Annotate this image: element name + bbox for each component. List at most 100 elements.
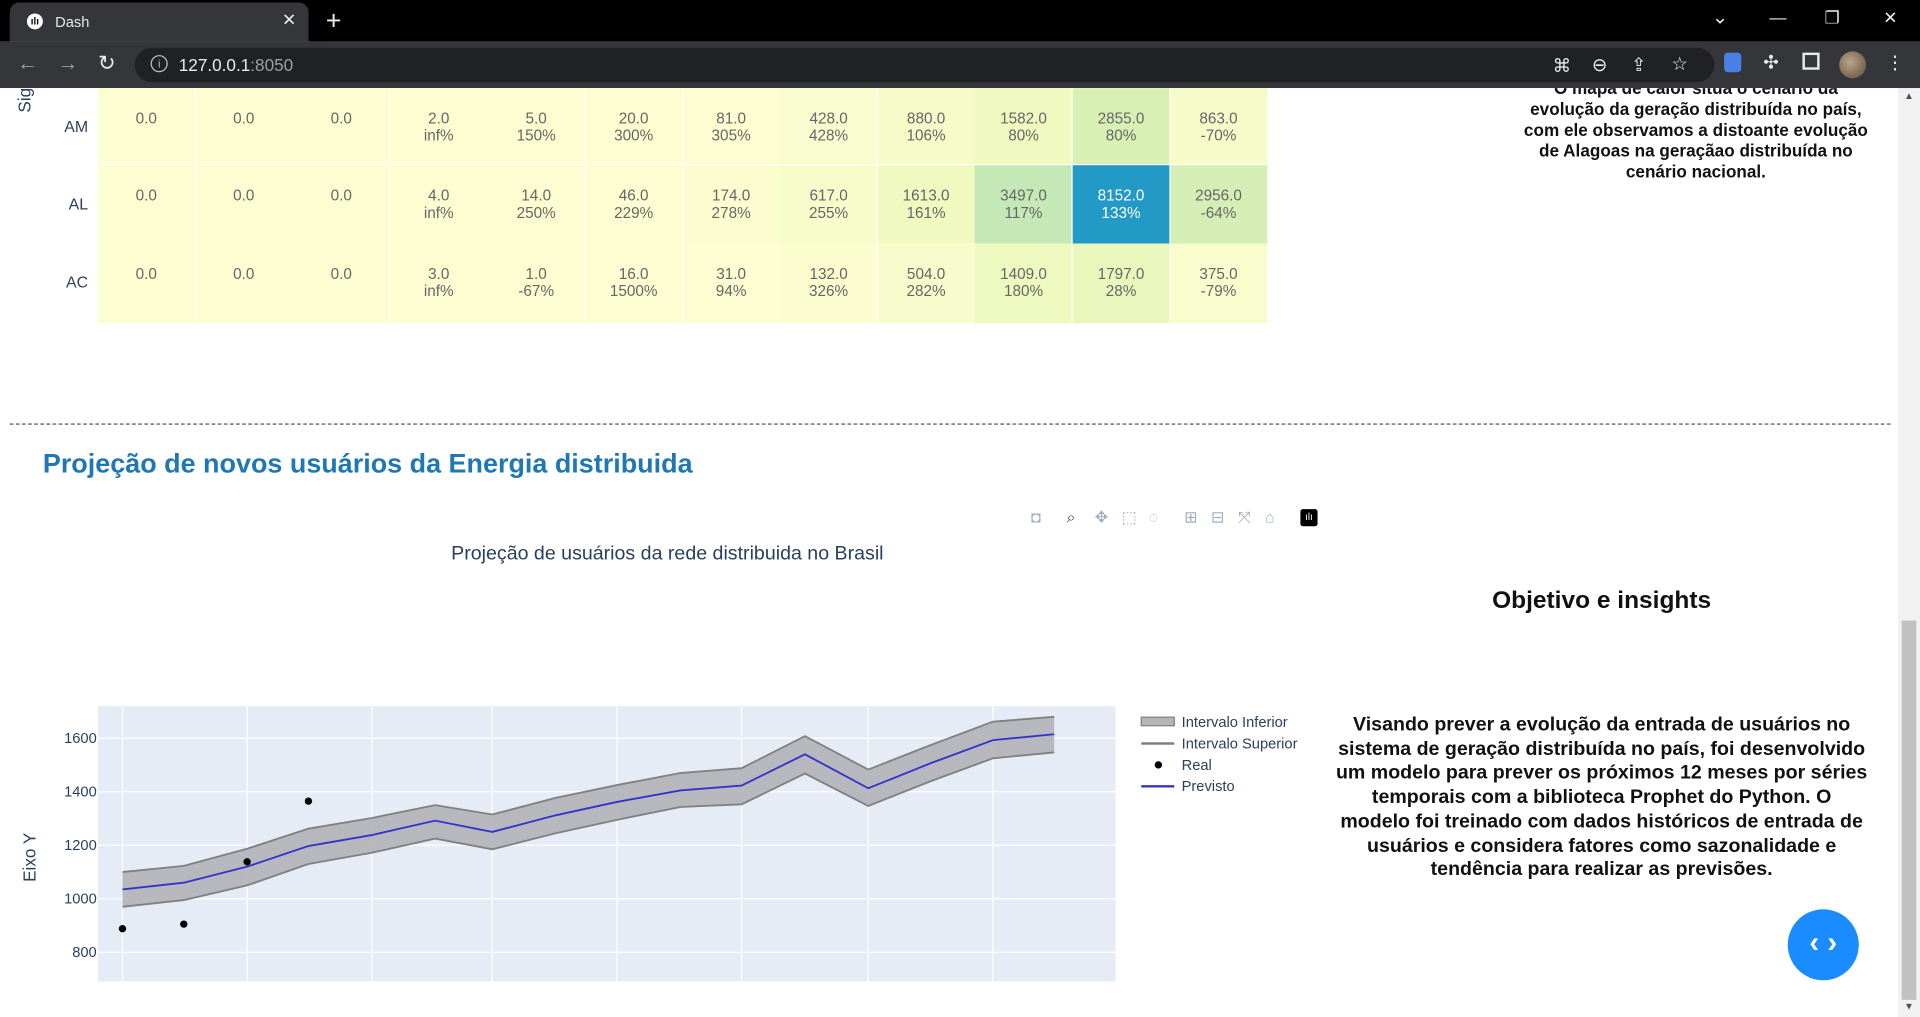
heatmap-cell[interactable]: 863.0 -70% — [1170, 88, 1267, 164]
heatmap-cell-percent: 80% — [1105, 127, 1137, 145]
heatmap-cell[interactable]: 2.0 inf% — [390, 88, 488, 164]
heatmap-cell[interactable]: 0.0 — [97, 243, 195, 324]
heatmap-cell[interactable]: 0.0 — [195, 243, 293, 324]
camera-icon[interactable]: ◘ — [1031, 508, 1041, 526]
heatmap-cell[interactable]: 4.0 inf% — [390, 165, 488, 244]
heatmap-cell[interactable]: 0.0 — [195, 165, 293, 244]
heatmap-cell-percent: 229% — [614, 204, 654, 222]
heatmap-cell[interactable]: 8152.0 133% — [1072, 165, 1170, 244]
heatmap-cell[interactable]: 504.0 282% — [877, 243, 975, 324]
lasso-icon[interactable]: ◌ — [1149, 508, 1158, 526]
heatmap-cell[interactable]: 31.0 94% — [682, 243, 780, 324]
browser-toolbar: ← → ↻ i 127.0.0.1:8050 ⌘ ⊖ ⇪ ☆ ✣ ⋮ — [0, 41, 1920, 89]
heatmap-cell[interactable]: 1.0 -67% — [487, 243, 585, 324]
profile-avatar[interactable] — [1839, 51, 1867, 79]
heatmap-cell[interactable]: 132.0 326% — [780, 243, 877, 324]
scroll-up-icon[interactable]: ▲ — [1904, 91, 1914, 102]
zoom-in-icon[interactable]: ⊞ — [1184, 508, 1197, 528]
heatmap-cell-value: 8152.0 — [1097, 187, 1145, 205]
section-title: Projeção de novos usuários da Energia di… — [42, 447, 693, 479]
browser-tab[interactable]: ılı Dash ✕ — [9, 2, 309, 42]
heatmap-cell-value: 863.0 — [1199, 110, 1238, 128]
new-tab-button[interactable]: + — [326, 5, 342, 37]
close-window-button[interactable]: ✕ — [1883, 7, 1897, 28]
heatmap-cell[interactable]: 375.0 -79% — [1170, 243, 1267, 324]
reload-icon[interactable]: ↻ — [98, 51, 115, 75]
heatmap-cell[interactable]: 2956.0 -64% — [1170, 165, 1267, 244]
minimize-button[interactable]: — — [1769, 7, 1786, 27]
heatmap-cell-value: 0.0 — [135, 110, 157, 128]
real-data-point[interactable] — [180, 920, 188, 928]
back-icon[interactable]: ← — [17, 51, 38, 75]
heatmap-cell[interactable]: 0.0 — [97, 165, 195, 244]
heatmap-cell[interactable]: 0.0 — [292, 243, 390, 324]
legend-label[interactable]: Real — [1182, 758, 1212, 774]
heatmap-cell-percent: 180% — [1003, 282, 1044, 300]
heatmap-cell-value: 20.0 — [618, 110, 649, 128]
heatmap-cell-percent: 1500% — [609, 282, 658, 300]
forward-icon[interactable]: → — [58, 51, 79, 75]
restore-button[interactable]: ❐ — [1824, 7, 1839, 28]
code-toggle-button[interactable]: ‹ › — [1787, 909, 1859, 981]
heatmap-cell[interactable]: 1613.0 161% — [877, 165, 975, 244]
reset-axes-icon[interactable]: ⌂ — [1265, 508, 1275, 526]
heatmap-cell[interactable]: 81.0 305% — [682, 88, 780, 164]
heatmap-cell[interactable]: 20.0 300% — [585, 88, 683, 164]
heatmap-cell[interactable]: 5.0 150% — [487, 88, 585, 164]
side-panel-icon[interactable] — [1802, 52, 1820, 70]
page-scrollbar[interactable]: ▲ ▼ — [1897, 88, 1920, 1017]
extension-doc-icon[interactable] — [1724, 52, 1742, 73]
forecast-chart[interactable]: 6008001000120014001600Sep 2022Nov 2022Ja… — [0, 578, 1335, 982]
heatmap-cell-value: 1409.0 — [1000, 265, 1047, 283]
heatmap-cell-value: 174.0 — [711, 187, 751, 205]
heatmap-cell[interactable]: 46.0 229% — [585, 165, 683, 244]
heatmap-cell-percent: 94% — [715, 282, 747, 300]
heatmap-cell[interactable]: 0.0 — [292, 88, 390, 164]
real-data-point[interactable] — [118, 925, 127, 933]
scroll-down-icon[interactable]: ▼ — [1904, 1001, 1914, 1012]
scrollbar-thumb[interactable] — [1901, 620, 1917, 1000]
autoscale-icon[interactable]: ⤧ — [1238, 508, 1251, 528]
site-info-icon[interactable]: i — [150, 55, 168, 73]
legend-label[interactable]: Intervalo Inferior — [1182, 715, 1288, 731]
heatmap-cell[interactable]: 0.0 — [195, 88, 293, 164]
address-bar[interactable]: i 127.0.0.1:8050 ⌘ ⊖ ⇪ ☆ — [134, 47, 1715, 82]
translate-icon[interactable]: ⌘ — [1553, 55, 1571, 77]
heatmap-cell-value: 2956.0 — [1195, 187, 1242, 205]
heatmap-cell-percent: 428% — [809, 127, 849, 145]
zoom-out-icon[interactable]: ⊟ — [1211, 508, 1224, 528]
extensions-icon[interactable]: ✣ — [1763, 51, 1778, 74]
menu-icon[interactable]: ⋮ — [1886, 51, 1904, 74]
heatmap-cell[interactable]: 2855.0 80% — [1072, 88, 1170, 164]
legend-swatch[interactable] — [1154, 761, 1163, 769]
heatmap-cell[interactable]: 880.0 106% — [877, 88, 975, 164]
heatmap-cell[interactable]: 617.0 255% — [780, 165, 877, 244]
real-data-point[interactable] — [243, 858, 251, 866]
legend-label[interactable]: Previsto — [1182, 779, 1235, 795]
heatmap-cell[interactable]: 1582.0 80% — [975, 88, 1072, 164]
share-icon[interactable]: ⇪ — [1631, 54, 1646, 76]
heatmap-cell[interactable]: 3.0 inf% — [390, 243, 488, 324]
heatmap-cell[interactable]: 428.0 428% — [780, 88, 877, 164]
heatmap-cell[interactable]: 0.0 — [292, 165, 390, 244]
heatmap-cell-value: 14.0 — [521, 187, 552, 205]
heatmap-cell[interactable]: 1797.0 28% — [1072, 243, 1170, 324]
heatmap-cell[interactable]: 14.0 250% — [487, 165, 585, 244]
legend-label[interactable]: Intervalo Superior — [1182, 736, 1298, 752]
heatmap-cell[interactable]: 0.0 — [97, 88, 195, 164]
heatmap-cell[interactable]: 174.0 278% — [682, 165, 780, 244]
real-data-point[interactable] — [304, 797, 313, 805]
bookmark-star-icon[interactable]: ☆ — [1671, 53, 1687, 75]
tab-search-icon[interactable]: ⌄ — [1712, 5, 1728, 29]
zoom-icon[interactable]: ⊖ — [1592, 54, 1607, 76]
pan-icon[interactable]: ✥ — [1095, 508, 1108, 528]
legend-swatch[interactable] — [1140, 716, 1175, 727]
tab-close-icon[interactable]: ✕ — [282, 10, 296, 31]
heatmap-cell[interactable]: 16.0 1500% — [585, 243, 683, 324]
heatmap-cell[interactable]: 1409.0 180% — [975, 243, 1072, 324]
plotly-logo-icon[interactable]: ılı — [1300, 509, 1318, 527]
box-select-icon[interactable]: ⬚ — [1122, 508, 1137, 528]
heatmap-cell[interactable]: 3497.0 117% — [975, 165, 1072, 244]
heatmap-cell-percent: 250% — [516, 204, 556, 222]
zoom-icon[interactable]: ⌕ — [1067, 508, 1076, 528]
